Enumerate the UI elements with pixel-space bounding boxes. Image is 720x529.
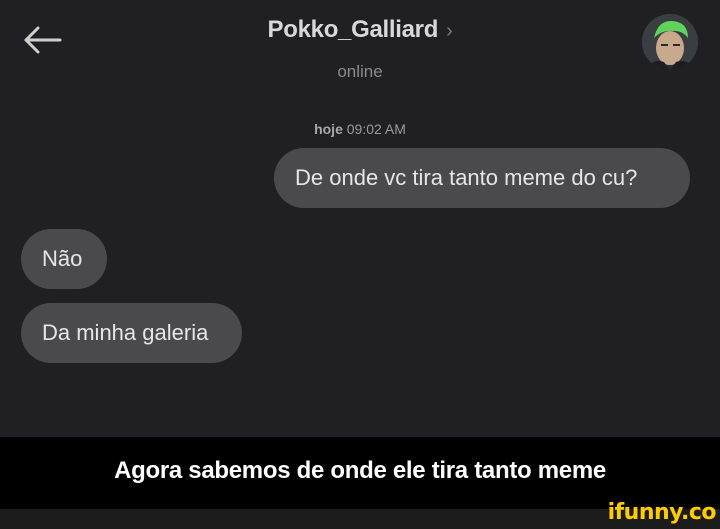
timestamp-day: hoje <box>314 121 343 137</box>
contact-avatar[interactable] <box>642 14 698 70</box>
ifunny-watermark: ifunny.co <box>607 500 717 525</box>
timestamp-time: 09:02 AM <box>346 121 406 137</box>
avatar-image <box>642 14 698 70</box>
chat-screen: Pokko_Galliard › online hoje 09:02 AM De … <box>0 0 720 437</box>
received-message-bubble[interactable]: Não <box>21 229 107 289</box>
sent-message-bubble[interactable]: De onde vc tira tanto meme do cu? <box>274 148 690 208</box>
contact-name-button[interactable]: Pokko_Galliard › <box>0 16 720 44</box>
message-text: De onde vc tira tanto meme do cu? <box>295 165 638 190</box>
chevron-right-icon: › <box>446 20 453 42</box>
received-message-bubble[interactable]: Da minha galeria <box>21 303 242 363</box>
message-timestamp: hoje 09:02 AM <box>0 121 720 137</box>
contact-status: online <box>337 62 383 81</box>
message-text: Da minha galeria <box>42 320 209 345</box>
meme-caption: Agora sabemos de onde ele tira tanto mem… <box>114 457 606 484</box>
meme-caption-bar: Agora sabemos de onde ele tira tanto mem… <box>0 437 720 509</box>
contact-name: Pokko_Galliard <box>267 16 439 43</box>
message-text: Não <box>42 246 83 271</box>
